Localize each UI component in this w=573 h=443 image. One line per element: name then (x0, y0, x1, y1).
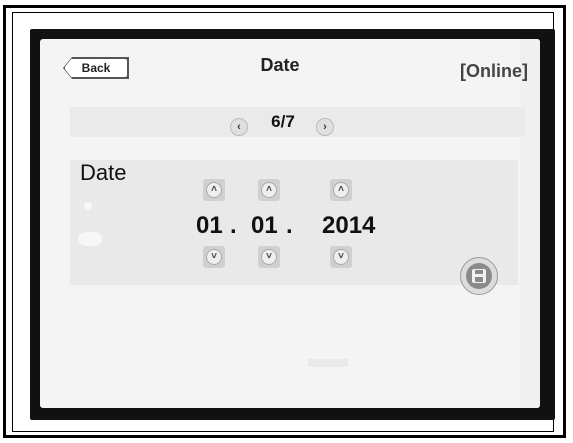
year-up-button[interactable]: ˄ (330, 179, 352, 201)
save-icon (472, 269, 486, 283)
year-value[interactable]: 2014 (322, 212, 375, 240)
screen-edge (520, 39, 540, 408)
chevron-down-icon: ˅ (261, 249, 277, 265)
connection-status: [Online] (460, 61, 528, 81)
chevron-down-icon: ˅ (333, 249, 349, 265)
month-value[interactable]: 01 (251, 212, 278, 240)
faint-shape (78, 232, 102, 246)
next-page-button[interactable]: › (316, 118, 334, 136)
month-up-button[interactable]: ˄ (258, 179, 280, 201)
chevron-up-icon: ˄ (261, 182, 277, 198)
date-label: Date (80, 160, 127, 185)
save-button[interactable] (460, 257, 498, 295)
chevron-up-icon: ˄ (206, 182, 222, 198)
page-indicator: 6/7 (271, 112, 295, 131)
chevron-right-icon: › (323, 121, 327, 133)
bottom-indicator (308, 359, 348, 367)
device-screen: Back Date [Online] ‹ 6/7 › Date ˄ ˄ ˄ 01… (40, 39, 540, 408)
year-down-button[interactable]: ˅ (330, 246, 352, 268)
month-down-button[interactable]: ˅ (258, 246, 280, 268)
chevron-left-icon: ‹ (237, 121, 241, 133)
separator: . (286, 212, 293, 239)
day-up-button[interactable]: ˄ (203, 179, 225, 201)
date-panel (70, 160, 518, 285)
chevron-down-icon: ˅ (206, 249, 222, 265)
separator: . (230, 212, 237, 239)
day-value[interactable]: 01 (196, 212, 223, 240)
faint-dot (84, 202, 92, 210)
back-button[interactable]: Back (64, 58, 128, 78)
page-title: Date (260, 55, 300, 75)
chevron-up-icon: ˄ (333, 182, 349, 198)
day-down-button[interactable]: ˅ (203, 246, 225, 268)
prev-page-button[interactable]: ‹ (230, 118, 248, 136)
